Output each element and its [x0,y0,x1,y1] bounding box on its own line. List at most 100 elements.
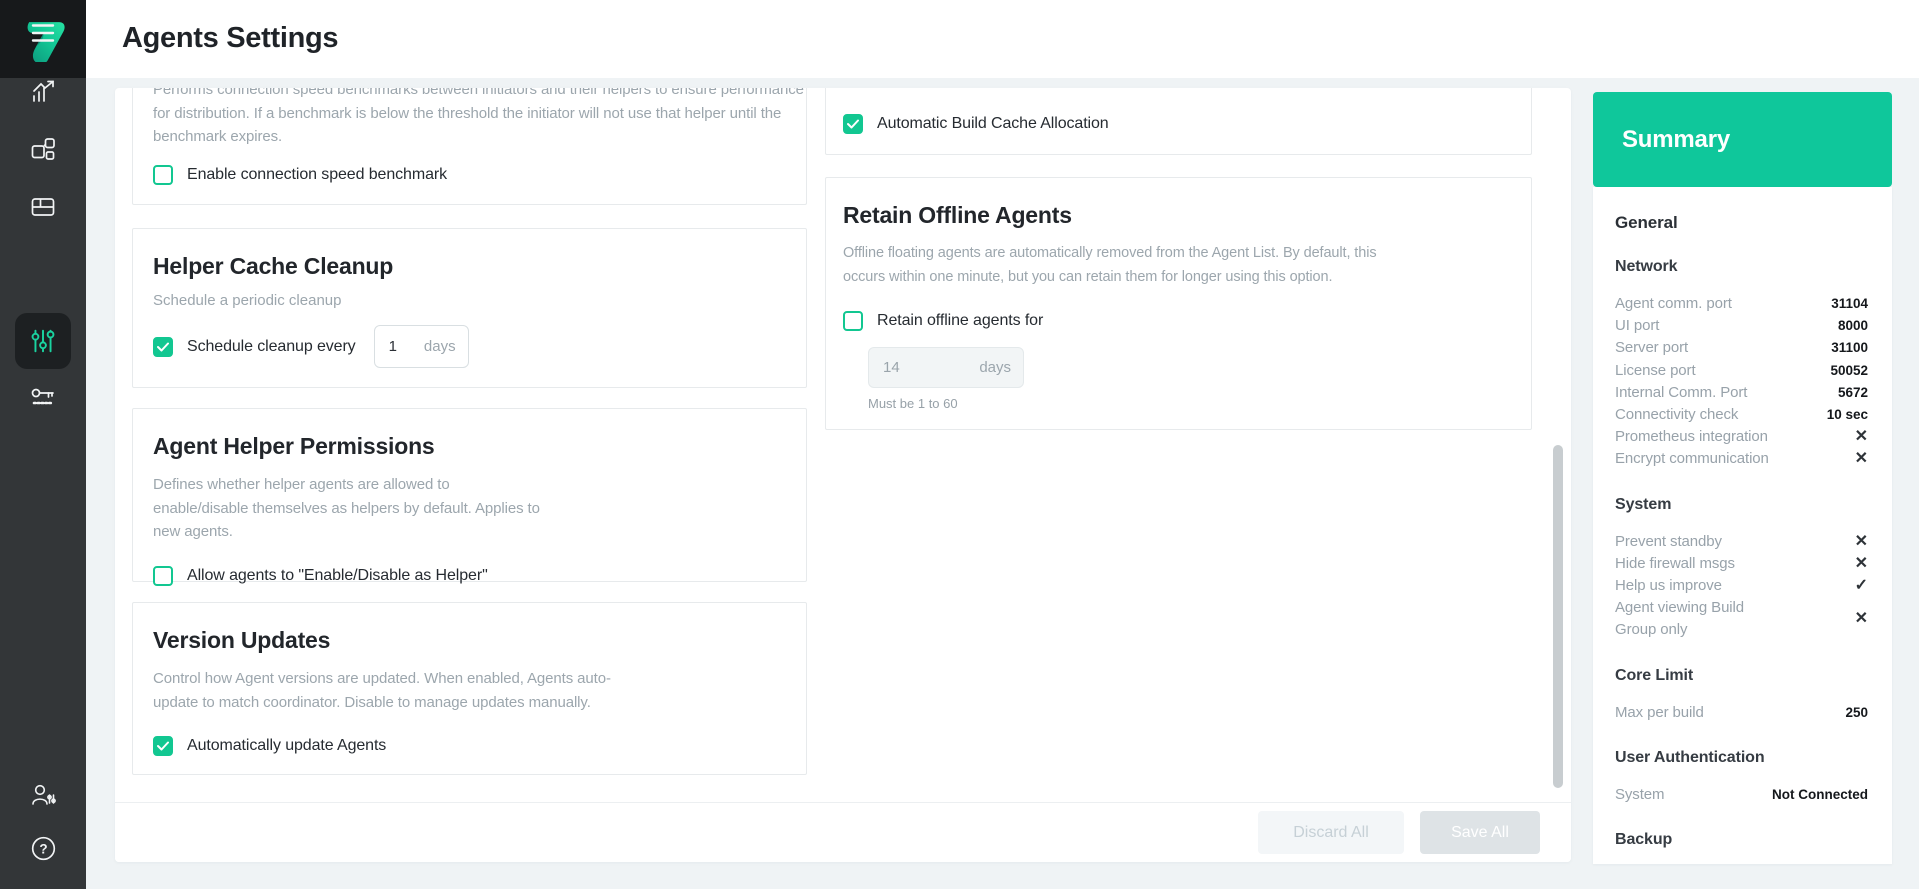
summary-row-label: UI port [1615,315,1659,337]
summary-row: License port 50052 [1615,360,1868,382]
cleanup-days-input[interactable]: 1 days [374,325,469,368]
summary-row-label: Connectivity check [1615,404,1738,426]
checkbox-label: Retain offline agents for [877,312,1043,330]
sidebar-item-help[interactable]: ? [0,824,86,872]
summary-row-label: Agent viewing Build Group only [1615,597,1783,641]
discard-all-button[interactable]: Discard All [1258,811,1404,854]
summary-row-label: Internal Comm. Port [1615,382,1747,404]
summary-section-heading: General [1615,213,1868,233]
summary-row-label: System [1615,784,1664,806]
summary-row-label: Prometheus integration [1615,426,1768,448]
cleanup-schedule-row: Schedule cleanup every 1 days [153,325,786,368]
summary-panel: Summary General Network Agent comm. port 31… [1593,92,1892,864]
retain-offline-agents-checkbox[interactable] [843,311,863,331]
summary-row: Agent viewing Build Group only ✕ [1615,597,1868,641]
summary-sections[interactable]: General Network Agent comm. port 31104 UI po… [1593,187,1892,864]
card-description: Control how Agent versions are updated. … [153,667,653,714]
summary-title: Summary [1622,126,1730,154]
card-title: Helper Cache Cleanup [153,253,786,279]
cross-mark-icon: ✕ [1855,608,1868,630]
summary-row-value: 10 sec [1827,404,1868,426]
summary-header: Summary [1593,92,1892,187]
summary-row: Server port31100 [1615,337,1868,359]
allow-enable-disable-helper-checkbox[interactable] [153,566,173,586]
page-title: Agents Settings [122,22,338,55]
card-title: Agent Helper Permissions [153,433,786,459]
sidebar-item-builds[interactable] [0,183,86,231]
sidebar-item-license[interactable] [0,373,86,421]
summary-row-label: Help us improve [1615,575,1722,597]
summary-row: Help us improve ✓ [1615,575,1868,597]
sidebar-item-agents-allocation[interactable] [0,125,86,173]
card-title: Version Updates [153,627,786,653]
summary-row: Hide firewall msgs ✕ [1615,553,1868,575]
cleanup-days-unit: days [424,338,456,355]
cross-mark-icon: ✕ [1855,553,1868,575]
summary-row-label: Hide firewall msgs [1615,553,1735,575]
checkbox-label: Automatically update Agents [187,737,386,755]
summary-row-label: License port [1615,360,1696,382]
checkbox-label: Automatic Build Cache Allocation [877,115,1109,133]
summary-row: Max per build 250 [1615,702,1868,724]
summary-section-heading: System [1615,495,1868,515]
summary-row-label: Agent comm. port [1615,293,1732,315]
build-cache-row: Automatic Build Cache Allocation [843,114,1511,134]
connection-benchmark-description: Performs connection speed benchmarks bet… [153,88,808,149]
card-connection-benchmark: Performs connection speed benchmarks bet… [132,88,807,205]
card-retain-offline-agents: Retain Offline Agents Offline floating a… [825,177,1532,430]
card-subtitle: Schedule a periodic cleanup [153,291,786,311]
sidebar-item-dashboard[interactable] [0,68,86,116]
allocation-icon [30,136,56,162]
summary-row: Encrypt communication✕ [1615,448,1868,470]
summary-row-value: 31104 [1831,293,1868,315]
sidebar-item-menu[interactable] [0,9,86,57]
summary-row-value: 31100 [1831,337,1868,359]
save-all-button[interactable]: Save All [1420,811,1540,854]
card-helper-cache-cleanup: Helper Cache Cleanup Schedule a periodic… [132,228,807,388]
summary-section-rows: Prevent standby✕Hide firewall msgs✕Help … [1615,531,1868,642]
cross-mark-icon: ✕ [1855,531,1868,553]
hamburger-menu-icon [30,20,56,46]
summary-row: Connectivity check 10 sec [1615,404,1868,426]
summary-row: Internal Comm. Port 5672 [1615,382,1868,404]
sidebar-item-user-preferences[interactable] [0,771,86,819]
retain-days-input[interactable]: 14 days [868,347,1024,388]
enable-speed-benchmark-checkbox[interactable] [153,165,173,185]
summary-row-value: 8000 [1838,315,1868,337]
auto-update-agents-checkbox[interactable] [153,736,173,756]
card-description: Defines whether helper agents are allowe… [153,473,548,544]
cross-mark-icon: ✕ [1855,426,1868,448]
summary-row-value: 250 [1845,702,1868,724]
scrollbar-thumb[interactable] [1553,445,1563,788]
card-title: Retain Offline Agents [843,202,1511,228]
sidebar: ? [0,0,86,889]
user-settings-icon [30,782,56,808]
help-icon: ? [30,835,57,862]
summary-row-label: Max per build [1615,702,1704,724]
summary-section-rows: Agent comm. port 31104 UI port 8000Server p… [1615,293,1868,471]
header: Agents Settings [86,0,1919,78]
auto-build-cache-checkbox[interactable] [843,114,863,134]
checkbox-label: Allow agents to "Enable/Disable as Helpe… [187,567,488,585]
summary-row: Prevent standby✕ [1615,531,1868,553]
retain-days-unit: days [979,359,1011,376]
card-agent-helper-permissions: Agent Helper Permissions Defines whether… [132,408,807,582]
summary-row-label: Encrypt communication [1615,448,1769,470]
summary-row: Prometheus integration ✕ [1615,426,1868,448]
summary-section-heading: Backup [1615,830,1868,850]
summary-row-value: 50052 [1830,360,1868,382]
summary-row-value: 5672 [1838,382,1868,404]
summary-section-heading: Network [1615,257,1868,277]
settings-scroll-panel: Performs connection speed benchmarks bet… [115,88,1571,862]
summary-row-value: Not Connected [1772,784,1868,806]
check-mark-icon: ✓ [1855,575,1868,597]
summary-row: Agent comm. port 31104 [1615,293,1868,315]
checkbox-label: Enable connection speed benchmark [187,166,447,184]
grid-icon [30,194,56,220]
summary-section-rows: Max per build 250 [1615,702,1868,724]
footer-action-bar: Discard All Save All [115,802,1571,862]
sidebar-item-settings-active[interactable] [15,313,71,369]
summary-row: System Not Connected [1615,784,1868,806]
schedule-cleanup-checkbox[interactable] [153,337,173,357]
card-description: Offline floating agents are automaticall… [843,242,1413,289]
